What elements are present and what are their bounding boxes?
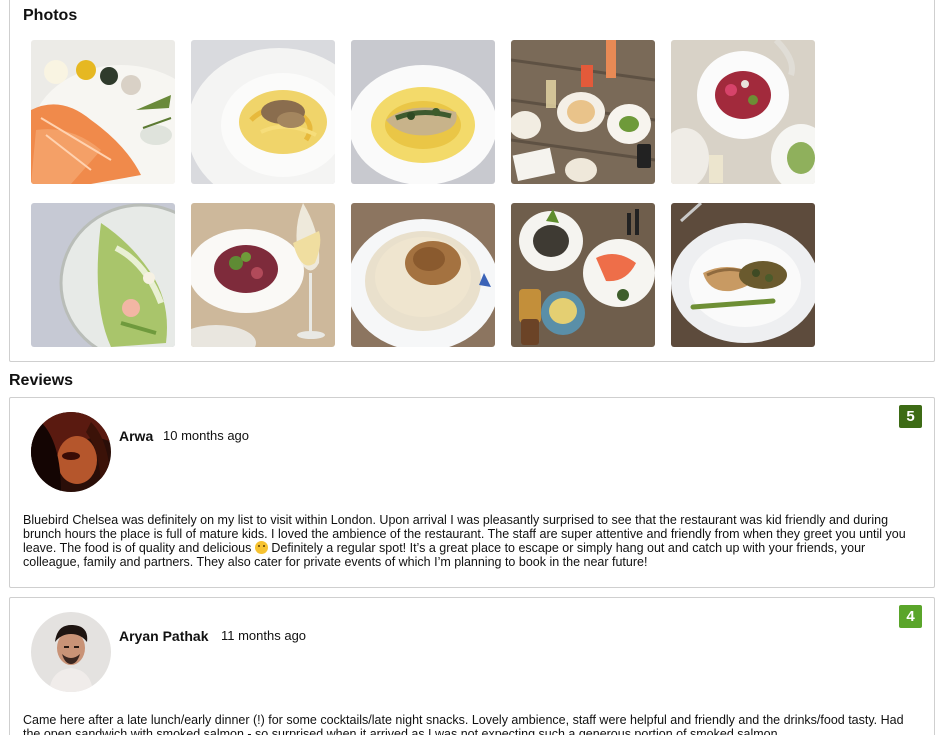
photo-green-salad-bowl[interactable] [31, 203, 175, 347]
review-time: 11 months ago [221, 628, 307, 643]
review-text: Bluebird Chelsea was definitely on my li… [23, 513, 922, 569]
review-card: Arwa 10 months ago 5 Bluebird Chelsea wa… [9, 397, 935, 588]
reviews-title: Reviews [9, 372, 74, 389]
photo-risotto-crumble[interactable] [351, 203, 495, 347]
avatar[interactable] [31, 612, 111, 692]
reviewer-name[interactable]: Aryan Pathak [119, 628, 208, 644]
review-card: Aryan Pathak 11 months ago 4 Came here a… [9, 597, 935, 735]
photo-salmon-platter[interactable] [31, 40, 175, 184]
photo-beet-salad[interactable] [671, 40, 815, 184]
rating-badge: 5 [899, 405, 922, 428]
yum-face-icon [254, 541, 268, 554]
avatar[interactable] [31, 412, 111, 492]
rating-badge: 4 [899, 605, 922, 628]
photo-radicchio-salad-wine[interactable] [191, 203, 335, 347]
photo-table-spread-2[interactable] [511, 203, 655, 347]
photos-title: Photos [23, 7, 78, 24]
review-time: 10 months ago [163, 428, 250, 443]
photo-table-spread[interactable] [511, 40, 655, 184]
photo-grid [31, 40, 815, 347]
reviewer-name[interactable]: Arwa [119, 428, 153, 444]
review-text: Came here after a late lunch/early dinne… [23, 713, 904, 735]
photo-seabass-asparagus[interactable] [671, 203, 815, 347]
restaurant-page: Photos Reviews Arwa 10 months ago 5 Blue… [0, 0, 947, 735]
photo-truffle-pasta[interactable] [191, 40, 335, 184]
photo-fish-in-sauce[interactable] [351, 40, 495, 184]
photos-section: Photos [9, 0, 935, 362]
